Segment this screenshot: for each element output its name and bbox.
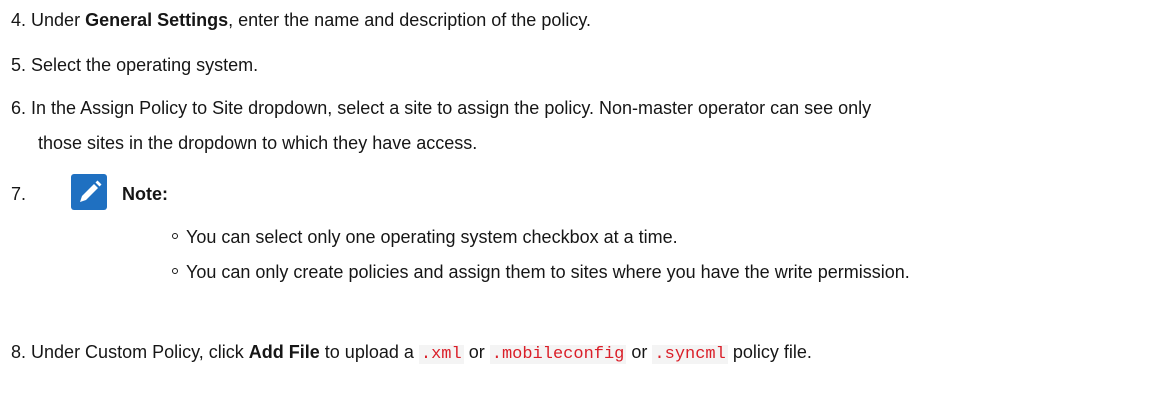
step-5: 5. Select the operating system.: [11, 54, 258, 76]
step-8-text-pre: Under Custom Policy, click: [31, 342, 244, 362]
note-label: Note:: [122, 184, 168, 204]
bullet-circle-icon: [172, 233, 178, 240]
step-4-bold: General Settings: [85, 10, 229, 30]
step-7-number: 7.: [11, 184, 27, 204]
pencil-note-icon: [70, 173, 108, 211]
step-5-number: 5.: [11, 55, 27, 75]
step-8-text-mid2: or: [468, 342, 485, 362]
code-mobileconfig: .mobileconfig: [489, 345, 627, 364]
step-8-text-mid3: or: [631, 342, 648, 362]
code-xml: .xml: [418, 345, 464, 364]
step-4-text-post: , enter the name and description of the …: [228, 10, 592, 30]
step-8-text-mid1: to upload a: [324, 342, 414, 362]
step-8: 8. Under Custom Policy, click Add File t…: [11, 341, 812, 366]
note-bullet-2-text: You can only create policies and assign …: [186, 262, 910, 282]
step-6-line1: In the Assign Policy to Site dropdown, s…: [31, 98, 872, 118]
step-8-text-post: policy file.: [732, 342, 812, 362]
step-8-number: 8.: [11, 342, 27, 362]
step-4: 4. Under General Settings, enter the nam…: [11, 9, 591, 31]
step-8-bold: Add File: [248, 342, 320, 362]
note-bullet-1-text: You can select only one operating system…: [186, 227, 678, 247]
code-syncml: .syncml: [652, 345, 728, 364]
step-6-number: 6.: [11, 98, 27, 118]
step-5-text: Select the operating system.: [31, 55, 259, 75]
step-6-line2: those sites in the dropdown to which the…: [38, 133, 478, 153]
bullet-circle-icon: [172, 268, 178, 275]
step-6-continuation: those sites in the dropdown to which the…: [38, 132, 477, 154]
note-bullet-2: You can only create policies and assign …: [172, 261, 910, 283]
note-bullet-1: You can select only one operating system…: [172, 226, 678, 248]
step-4-number: 4.: [11, 10, 27, 30]
step-6: 6. In the Assign Policy to Site dropdown…: [11, 97, 871, 119]
step-4-text-pre: Under: [31, 10, 81, 30]
